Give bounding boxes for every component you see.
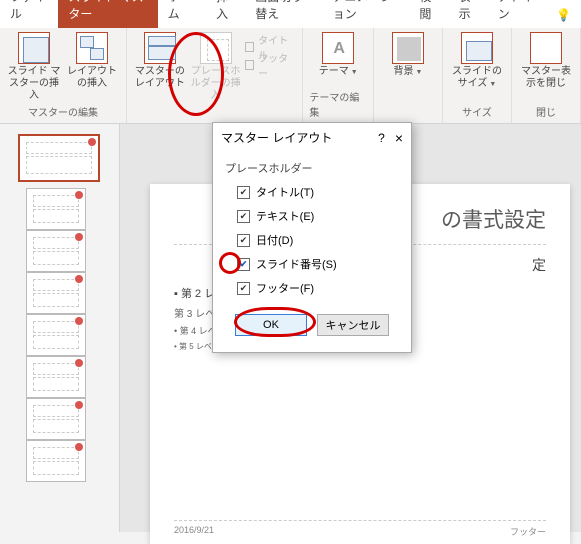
group-label: [407, 106, 410, 121]
thumb-layout[interactable]: [26, 230, 86, 272]
checkbox-icon: [237, 258, 250, 271]
tab-review[interactable]: 校閲: [409, 0, 448, 28]
slide-master-icon: [18, 32, 50, 64]
thumb-layout[interactable]: [26, 440, 86, 482]
thumb-layout[interactable]: [26, 188, 86, 230]
thumb-layout[interactable]: [26, 356, 86, 398]
dialog-help-button[interactable]: ?: [378, 131, 385, 145]
group-label: マスターの編集: [28, 102, 98, 121]
background-icon: [392, 32, 424, 64]
group-size: スライドのサイズ▼ サイズ: [443, 28, 512, 123]
dialog-close-button[interactable]: ×: [395, 130, 403, 146]
thumb-layout[interactable]: [26, 314, 86, 356]
group-theme: テーマ▼ テーマの編集: [303, 28, 374, 123]
tab-animation[interactable]: アニメーション: [323, 0, 410, 28]
footer-checkbox: フッター: [245, 56, 297, 74]
thumb-layout[interactable]: [26, 272, 86, 314]
tab-addin[interactable]: アドイン: [488, 0, 546, 28]
background-button[interactable]: 背景▼: [380, 32, 436, 78]
insert-layout-button[interactable]: レイアウトの挿入: [64, 32, 120, 90]
group-label: テーマの編集: [309, 87, 367, 121]
dialog-title: マスター レイアウト: [221, 129, 378, 146]
layout-icon: [76, 32, 108, 64]
slide-size-icon: [461, 32, 493, 64]
tab-slide-master[interactable]: スライド マスター: [58, 0, 157, 28]
slide-size-button[interactable]: スライドのサイズ▼: [449, 32, 505, 90]
dialog-titlebar[interactable]: マスター レイアウト ? ×: [213, 123, 411, 152]
insert-slide-master-button[interactable]: スライド マスターの挿入: [6, 32, 62, 102]
checkbox-icon: [237, 186, 250, 199]
chk-slide-number[interactable]: スライド番号(S): [225, 252, 399, 276]
group-master-edit: スライド マスターの挿入 レイアウトの挿入 マスターの編集: [0, 28, 127, 123]
cancel-button[interactable]: キャンセル: [317, 314, 389, 336]
tab-view[interactable]: 表示: [449, 0, 488, 28]
thumb-layout[interactable]: [26, 398, 86, 440]
tab-transition[interactable]: 画面切り替え: [245, 0, 322, 28]
close-master-button[interactable]: マスター表示を閉じ: [518, 32, 574, 90]
tab-home[interactable]: ホーム: [158, 0, 206, 28]
group-close: マスター表示を閉じ 閉じ: [512, 28, 581, 123]
placeholder-icon: [200, 32, 232, 64]
theme-icon: [322, 32, 354, 64]
chk-title[interactable]: タイトル(T): [225, 180, 399, 204]
placeholder-frame-label: プレースホルダー: [225, 156, 399, 180]
tab-file[interactable]: ファイル: [0, 0, 58, 28]
tell-me-icon[interactable]: 💡: [546, 2, 581, 28]
ok-button[interactable]: OK: [235, 314, 307, 336]
group-label: サイズ: [462, 102, 492, 121]
checkbox-icon: [237, 282, 250, 295]
checkbox-icon: [237, 234, 250, 247]
group-label: [213, 106, 216, 121]
close-icon: [530, 32, 562, 64]
chk-date[interactable]: 日付(D): [225, 228, 399, 252]
chk-text[interactable]: テキスト(E): [225, 204, 399, 228]
chk-footer[interactable]: フッター(F): [225, 276, 399, 300]
group-background: 背景▼: [374, 28, 443, 123]
tab-bar: ファイル スライド マスター ホーム 挿入 画面切り替え アニメーション 校閲 …: [0, 0, 581, 28]
master-layout-icon: [144, 32, 176, 64]
insert-placeholder-button: プレースホルダーの挿入: [189, 32, 243, 102]
ribbon: スライド マスターの挿入 レイアウトの挿入 マスターの編集 マスターのレイアウト…: [0, 28, 581, 124]
master-layout-button[interactable]: マスターのレイアウト: [133, 32, 187, 90]
tab-insert[interactable]: 挿入: [206, 0, 245, 28]
checkbox-icon: [237, 210, 250, 223]
group-master-layout: マスターのレイアウト プレースホルダーの挿入 タイトル フッター: [127, 28, 303, 123]
thumbnail-panel[interactable]: 1: [0, 124, 120, 532]
master-layout-dialog: マスター レイアウト ? × プレースホルダー タイトル(T) テキスト(E) …: [212, 122, 412, 353]
thumb-master[interactable]: [18, 134, 100, 182]
theme-button[interactable]: テーマ▼: [310, 32, 366, 78]
group-label: 閉じ: [536, 102, 556, 121]
